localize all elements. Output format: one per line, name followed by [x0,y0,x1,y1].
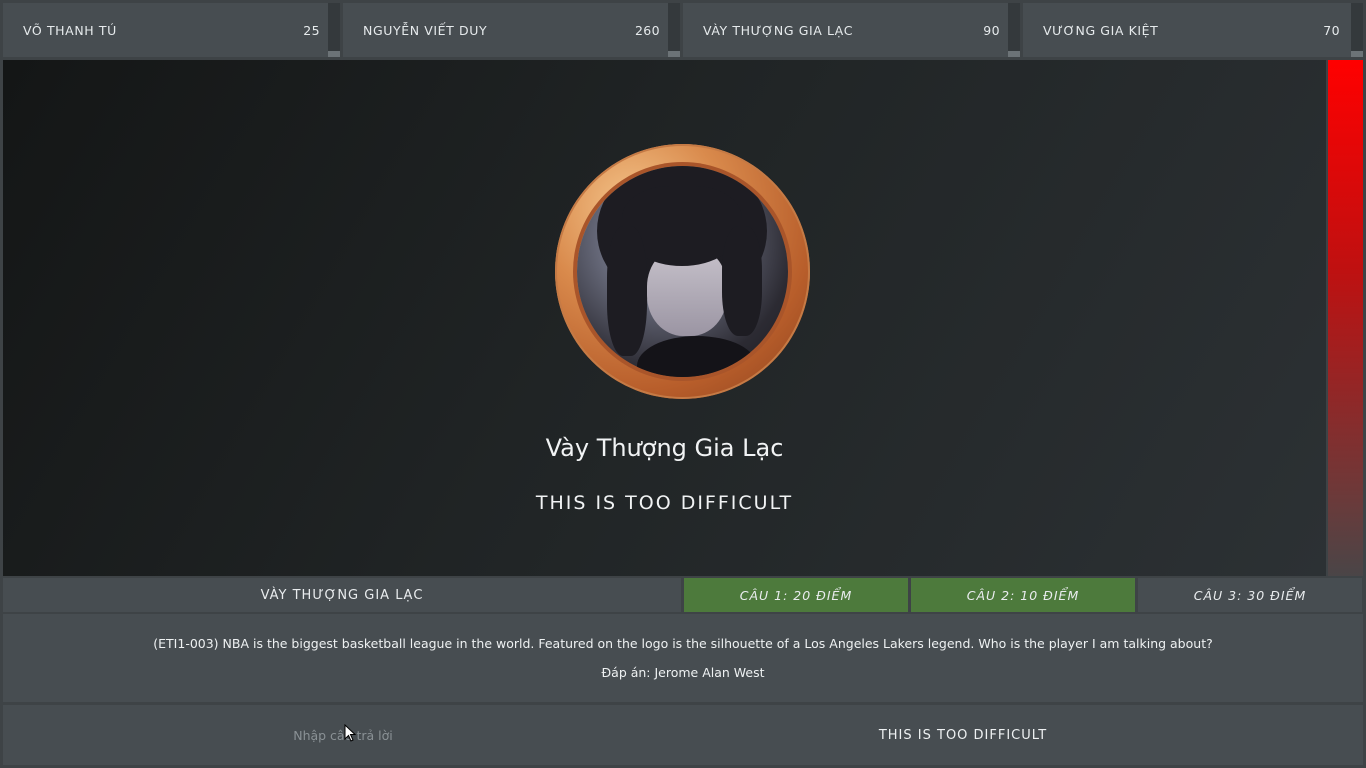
player-score-bar [1008,3,1020,57]
tab-question-3[interactable]: CÂU 3: 30 ĐIỂM [1138,578,1362,612]
player-answer-display: THIS IS TOO DIFFICULT [535,492,794,514]
timer-bar [1328,60,1363,576]
question-tabs: VÀY THƯỢNG GIA LẠC CÂU 1: 20 ĐIỂM CÂU 2:… [3,578,1363,612]
player-score-bar [1351,3,1363,57]
question-answer: Đáp án: Jerome Alan West [601,665,765,680]
player-name: VÀY THƯỢNG GIA LẠC [703,22,854,38]
avatar-frame [555,144,810,399]
player-avatar-icon [577,166,788,377]
player-score: 260 [634,22,660,38]
tab-question-2[interactable]: CÂU 2: 10 ĐIỂM [911,578,1135,612]
tab-question-1[interactable]: CÂU 1: 20 ĐIỂM [684,578,908,612]
current-player-label: VÀY THƯỢNG GIA LẠC [3,578,681,612]
player-score: 70 [1323,22,1340,38]
player-name: VÕ THANH TÚ [23,22,117,38]
question-panel: (ETI1-003) NBA is the biggest basketball… [3,614,1363,702]
submitted-answer: THIS IS TOO DIFFICULT [878,727,1048,743]
current-player-name: Vày Thượng Gia Lạc [545,434,784,462]
player-score-bar [328,3,340,57]
player-score: 25 [303,22,320,38]
answer-input[interactable] [3,705,683,765]
player-name: NGUYỄN VIẾT DUY [363,22,488,38]
mouse-cursor-icon [344,724,356,742]
player-card: VƯƠNG GIA KIỆT 70 [1023,3,1360,57]
player-card: NGUYỄN VIẾT DUY 260 [343,3,680,57]
answer-row: THIS IS TOO DIFFICULT [3,705,1363,765]
player-card: VÕ THANH TÚ 25 [3,3,340,57]
player-name: VƯƠNG GIA KIỆT [1043,22,1159,38]
question-text: (ETI1-003) NBA is the biggest basketball… [153,636,1213,651]
scoreboard: VÕ THANH TÚ 25 NGUYỄN VIẾT DUY 260 VÀY T… [0,0,1366,60]
timer-fill [1328,60,1363,576]
player-score: 90 [983,22,1000,38]
main-stage: Vày Thượng Gia Lạc THIS IS TOO DIFFICULT [3,60,1326,576]
player-card: VÀY THƯỢNG GIA LẠC 90 [683,3,1020,57]
player-score-bar [668,3,680,57]
